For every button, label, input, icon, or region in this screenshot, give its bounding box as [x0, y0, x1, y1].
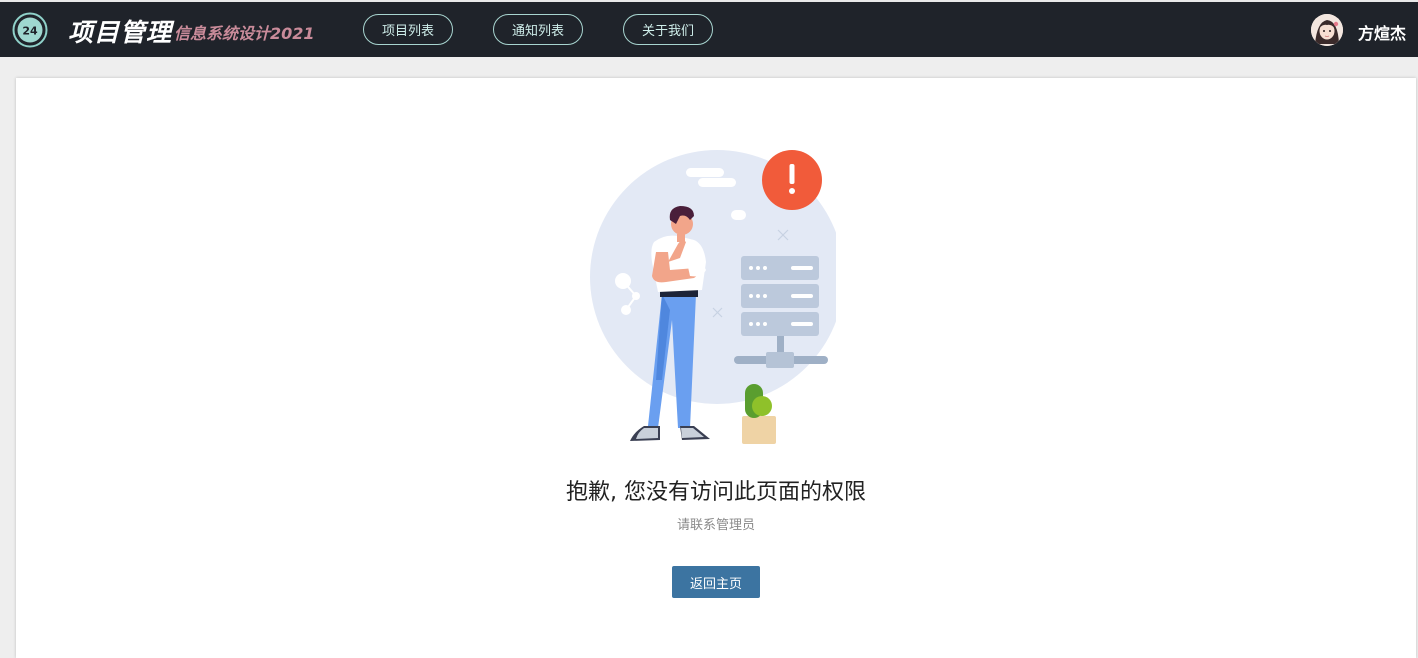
plant-icon — [742, 384, 776, 444]
nav-project-list-button[interactable]: 项目列表 — [363, 14, 453, 45]
alert-icon — [762, 150, 822, 210]
permission-denied-title: 抱歉, 您没有访问此页面的权限 — [566, 480, 866, 505]
top-navbar: 24 项目管理 信息系统设计2021 项目列表 通知列表 关于我们 方煊杰 — [0, 0, 1418, 57]
user-avatar[interactable] — [1311, 14, 1343, 46]
logo-24-icon[interactable]: 24 — [12, 12, 48, 48]
logo-text: 24 — [22, 25, 38, 38]
brand-title[interactable]: 项目管理 — [68, 13, 172, 49]
brand-subtitle: 信息系统设计2021 — [174, 24, 315, 43]
contact-admin-text: 请联系管理员 — [676, 518, 755, 533]
user-name[interactable]: 方煊杰 — [1358, 20, 1406, 44]
nav-notice-list-button[interactable]: 通知列表 — [493, 14, 583, 45]
nav-about-us-button[interactable]: 关于我们 — [623, 14, 713, 45]
cloud-shape — [686, 168, 724, 177]
avatar-portrait-icon — [1311, 14, 1343, 46]
no-permission-illustration — [590, 150, 836, 444]
return-home-button[interactable]: 返回主页 — [672, 566, 760, 598]
